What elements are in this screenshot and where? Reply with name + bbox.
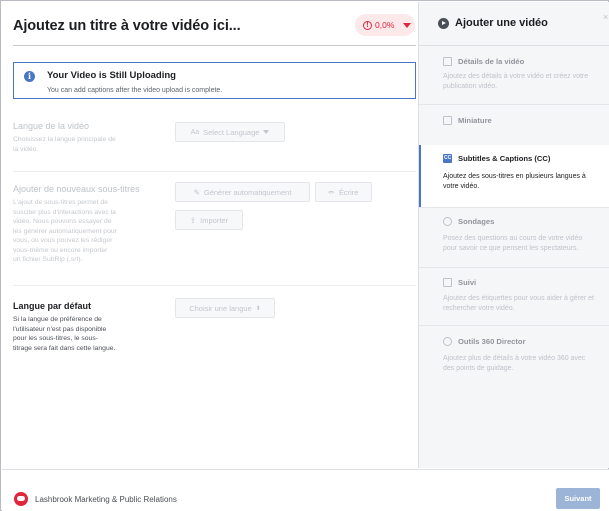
step-name: Suivi — [443, 278, 476, 287]
step-name: Outils 360 Director — [443, 337, 526, 346]
step-name-text: Détails de la vidéo — [458, 57, 525, 66]
import-button[interactable]: ⇪ Importer — [175, 210, 243, 230]
default-language-select-label: Choisir une langue — [189, 303, 252, 313]
step-name: Sondages — [443, 217, 494, 226]
sort-arrows-icon: ⬍ — [255, 305, 261, 312]
subtitles-desc-line: vous, ou vous pouvez les rédiger — [13, 237, 113, 244]
title-underline — [13, 45, 416, 46]
default-language-title: Langue par défaut — [13, 301, 92, 311]
sidebar-item-polls[interactable]: Sondages Posez des questions au cours de… — [419, 208, 609, 267]
step-name-text: Suivi — [458, 278, 477, 287]
close-icon[interactable]: × — [603, 12, 608, 22]
step-desc-line: Ajoutez plus de détails à votre vidéo 36… — [443, 355, 586, 362]
step-desc: Ajoutez des détails à votre vidéo et cré… — [443, 72, 609, 92]
step-desc: Posez des questions au cours de votre vi… — [443, 234, 609, 254]
sidebar-item-tracking[interactable]: Suivi Ajoutez des étiquettes pour vous a… — [419, 268, 609, 325]
warning-icon: ! — [363, 20, 372, 30]
language-desc-line: Choisissez la langue principale de — [13, 136, 116, 143]
dialog-footer: Lashbrook Marketing & Public Relations S… — [2, 469, 609, 511]
next-button[interactable]: Suivant — [556, 488, 600, 509]
step-desc: Ajoutez plus de détails à votre vidéo 36… — [443, 354, 609, 374]
write-button[interactable]: ✏ Écrire — [315, 182, 372, 202]
upload-info-banner: i Your Video is Still Uploading You can … — [13, 62, 416, 99]
subtitles-desc-line: les générer automatiquement pour — [13, 227, 117, 235]
details-icon — [443, 57, 452, 66]
subtitles-desc: L'ajout de sous-titres permet de suscite… — [13, 198, 117, 265]
language-select[interactable]: Aa Select Language — [175, 122, 285, 142]
step-desc-line: votre vidéo. — [443, 183, 480, 190]
upload-icon: ⇪ — [189, 215, 197, 225]
language-title: Langue de la vidéo — [13, 121, 90, 131]
section-divider — [13, 171, 416, 172]
tag-icon — [443, 278, 452, 287]
write-label: Écrire — [338, 187, 359, 197]
step-name-text: Miniature — [458, 116, 492, 125]
chevron-down-icon — [263, 130, 270, 134]
sidebar-item-subtitles[interactable]: CC Subtitles & Captions (CC) Ajoutez des… — [419, 145, 609, 207]
sidebar-item-360-director[interactable]: Outils 360 Director Ajoutez plus de déta… — [419, 326, 609, 386]
page-name: Lashbrook Marketing & Public Relations — [35, 495, 177, 504]
default-language-desc-line: titrage sera fait dans cette langue. — [13, 344, 116, 352]
auto-generate-button[interactable]: ✎ Générer automatiquement — [175, 182, 310, 202]
subtitles-desc-line: susciter plus d'interactions avec la — [13, 208, 116, 216]
default-language-desc-line: pour les sous-titres, le sous- — [13, 335, 98, 342]
step-desc-line: Ajoutez des détails à votre vidéo et cré… — [443, 73, 589, 80]
step-desc-line: Posez des questions au cours de votre vi… — [443, 235, 583, 242]
globe-360-icon — [443, 337, 452, 346]
upload-dialog: Ajoutez un titre à votre vidéo ici... ! … — [0, 0, 609, 511]
subtitles-desc-line: un fichier SubRip (.srt). — [13, 256, 83, 263]
default-language-desc-line: Si la langue de préférence de — [13, 316, 102, 323]
brand-logo-icon — [14, 492, 28, 506]
step-name: Détails de la vidéo — [443, 57, 524, 66]
language-desc-line: la vidéo. — [13, 145, 39, 153]
default-language-select[interactable]: Choisir une langue ⬍ — [175, 298, 275, 318]
banner-heading: Your Video is Still Uploading — [47, 70, 176, 81]
subtitles-desc-line: vidéo. Nous pouvons essayer de — [13, 218, 112, 225]
auto-generate-label: Générer automatiquement — [203, 187, 292, 197]
step-desc: Ajoutez des étiquettes pour vous aider à… — [443, 294, 609, 314]
subtitles-title: Ajouter de nouveaux sous-titres — [13, 184, 140, 194]
image-icon — [443, 116, 452, 125]
closed-captions-icon: CC — [443, 154, 452, 163]
subtitles-desc-line: L'ajout de sous-titres permet de — [13, 199, 108, 206]
chevron-down-icon — [403, 22, 412, 28]
sidebar-title: Ajouter une vidéo — [438, 17, 548, 29]
upload-progress-value: 0,0% — [375, 20, 395, 30]
magic-wand-icon: ✎ — [193, 187, 200, 197]
step-name: Miniature — [443, 116, 492, 125]
video-icon — [438, 17, 449, 29]
sidebar-title-text: Ajouter une vidéo — [455, 17, 548, 29]
step-desc-line: pour savoir ce que pensent les spectateu… — [443, 245, 579, 252]
upload-progress-badge[interactable]: ! 0,0% — [355, 14, 415, 36]
step-desc-line: des points de guidage. — [443, 365, 514, 372]
import-label: Importer — [200, 215, 229, 225]
info-icon: i — [24, 71, 35, 82]
step-desc-line: Ajoutez des sous-titres en plusieurs lan… — [443, 173, 586, 180]
language-select-label: Select Language — [203, 127, 260, 137]
sidebar: Ajouter une vidéo × Détails de la vidéo … — [418, 2, 609, 468]
translate-icon: Aa — [190, 128, 200, 136]
section-divider — [13, 285, 416, 286]
step-desc-line: rechercher votre vidéo. — [443, 305, 515, 312]
poll-icon — [443, 217, 452, 226]
sidebar-item-thumbnail[interactable]: Miniature — [419, 105, 609, 145]
video-title-input[interactable]: Ajoutez un titre à votre vidéo ici... — [13, 18, 241, 34]
pencil-icon: ✏ — [328, 187, 335, 197]
default-language-desc: Si la langue de préférence de l'utilisat… — [13, 315, 115, 353]
step-desc: Ajoutez des sous-titres en plusieurs lan… — [443, 172, 609, 192]
subtitles-desc-line: vous-même ou encore importer — [13, 246, 108, 254]
step-name: CC Subtitles & Captions (CC) — [443, 154, 550, 163]
step-name-text: Subtitles & Captions (CC) — [458, 154, 551, 163]
default-language-desc-line: l'utilisateur n'est pas disponible — [13, 325, 107, 333]
step-name-text: Sondages — [458, 217, 495, 226]
step-name-text: Outils 360 Director — [458, 337, 526, 346]
banner-message: You can add captions after the video upl… — [47, 87, 223, 94]
step-desc-line: Ajoutez des étiquettes pour vous aider à… — [443, 295, 594, 302]
language-desc: Choisissez la langue principale de la vi… — [13, 135, 116, 154]
sidebar-item-video-details[interactable]: Détails de la vidéo Ajoutez des détails … — [419, 46, 609, 104]
step-desc-line: publication vidéo. — [443, 83, 498, 90]
main-panel: Ajoutez un titre à votre vidéo ici... ! … — [2, 2, 418, 468]
